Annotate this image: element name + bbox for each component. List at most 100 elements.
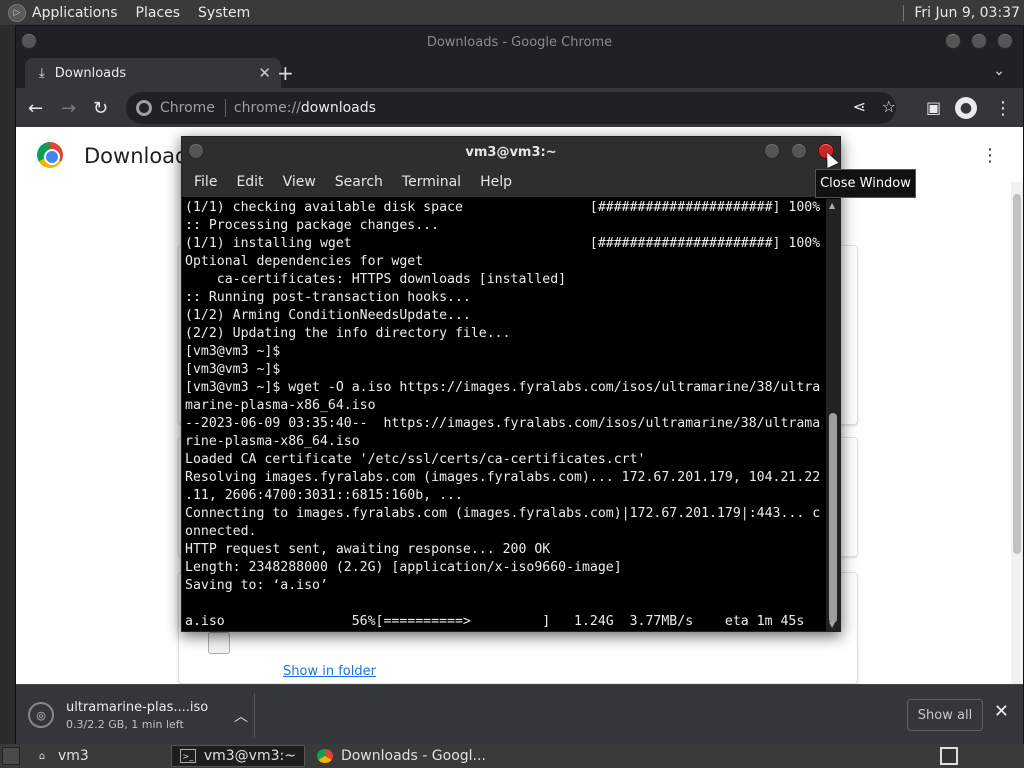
download-shelf: ◎ ultramarine-plas....iso 0.3/2.2 GB, 1 … — [16, 684, 1023, 744]
terminal-scrollbar-thumb[interactable] — [829, 413, 837, 623]
terminal-menu-terminal[interactable]: Terminal — [402, 174, 461, 190]
show-all-button[interactable]: Show all — [907, 699, 983, 731]
side-panel-icon[interactable]: ▣ — [926, 98, 941, 117]
clock[interactable]: Fri Jun 9, 03:37 — [914, 5, 1020, 21]
terminal-menu-file[interactable]: File — [194, 174, 217, 190]
file-icon — [208, 632, 230, 654]
terminal-line: rine-plasma-x86_64.iso — [185, 434, 360, 449]
terminal-line: Length: 2348288000 (2.2G) [application/x… — [185, 560, 622, 575]
browser-toolbar: ← → ↻ Chrome chrome:// downloads ⋖ ☆ ▣ ●… — [16, 88, 1023, 128]
terminal-line: Optional dependencies for wget — [185, 254, 424, 269]
terminal-line: --2023-06-09 03:35:40-- https://images.f… — [185, 416, 821, 431]
terminal-window-menu-button[interactable] — [188, 143, 204, 159]
taskbar-item-vm3[interactable]: ⌂ vm3 — [26, 745, 97, 767]
star-icon[interactable]: ☆ — [882, 97, 896, 116]
taskbar-label: Downloads - Googl... — [340, 748, 486, 764]
forward-arrow-icon[interactable]: → — [61, 98, 76, 119]
disc-file-icon: ◎ — [28, 702, 54, 728]
shelf-file-name: ultramarine-plas....iso — [66, 699, 209, 715]
terminal-line: HTTP request sent, awaiting response... … — [185, 542, 551, 557]
scroll-up-arrow-icon[interactable]: ▲ — [829, 201, 835, 210]
terminal-line: (1/1) installing wget [#################… — [185, 236, 821, 251]
top-panel: ▷ Applications Places System Fri Jun 9, … — [0, 0, 1024, 25]
terminal-line: .11, 2606:4700:3031::6815:160b, ... — [185, 488, 463, 503]
reload-icon[interactable]: ↻ — [93, 98, 108, 119]
chrome-logo-icon — [37, 142, 63, 168]
terminal-line: Saving to: ‘a.iso’ — [185, 578, 328, 593]
terminal-line: Connecting to images.fyralabs.com (image… — [185, 506, 821, 521]
tab-downloads[interactable]: ⤓ Downloads ✕ — [25, 58, 281, 88]
terminal-line: onnected. — [185, 524, 257, 539]
chevron-up-icon[interactable]: ︿ — [234, 706, 248, 726]
terminal-line: Loaded CA certificate '/etc/ssl/certs/ca… — [185, 452, 646, 467]
terminal-line: [vm3@vm3 ~]$ wget -O a.iso https://image… — [185, 380, 821, 395]
chrome-titlebar[interactable]: Downloads - Google Chrome — [16, 26, 1023, 58]
new-tab-button[interactable]: + — [277, 61, 294, 85]
page-scrollbar[interactable] — [1011, 182, 1023, 684]
url-host: downloads — [300, 100, 376, 116]
close-button[interactable] — [997, 33, 1013, 49]
terminal-line: (2/2) Updating the info directory file..… — [185, 326, 511, 341]
workspace-switcher[interactable] — [940, 747, 958, 765]
terminal-line: [vm3@vm3 ~]$ — [185, 344, 281, 359]
terminal-menu-edit[interactable]: Edit — [236, 174, 263, 190]
more-vert-icon[interactable]: ⋮ — [994, 98, 1012, 119]
terminal-titlebar[interactable]: vm3@vm3:~ — [182, 137, 840, 167]
terminal-line: ca-certificates: HTTPS downloads [instal… — [185, 272, 567, 287]
terminal-menu-help[interactable]: Help — [480, 174, 512, 190]
terminal-line: :: Processing package changes... — [185, 218, 440, 233]
page-scrollbar-thumb[interactable] — [1013, 194, 1021, 554]
chrome-chip-icon — [136, 100, 152, 116]
terminal-line: a.iso 56%[==========> ] 1.24G 3.77MB/s e… — [185, 614, 805, 629]
close-window-tooltip: Close Window — [815, 169, 916, 198]
home-folder-icon: ⌂ — [38, 750, 46, 762]
terminal-menu-view[interactable]: View — [283, 174, 316, 190]
taskbar-label: vm3 — [58, 748, 89, 764]
terminal-line: marine-plasma-x86_64.iso — [185, 398, 376, 413]
distro-logo-icon[interactable]: ▷ — [8, 3, 26, 22]
show-in-folder-link[interactable]: Show in folder — [283, 664, 376, 679]
omnibox-chip-label: Chrome — [160, 100, 215, 116]
terminal-icon: >_ — [179, 749, 196, 763]
download-icon: ⤓ — [39, 65, 45, 81]
window-menu-button[interactable] — [21, 33, 37, 49]
show-desktop-button[interactable] — [2, 747, 20, 765]
taskbar-item-terminal[interactable]: >_ vm3@vm3:~ — [170, 745, 305, 767]
taskbar: ⌂ vm3 >_ vm3@vm3:~ Downloads - Googl... — [0, 744, 1024, 768]
terminal-menu-search[interactable]: Search — [335, 174, 383, 190]
menu-places[interactable]: Places — [136, 5, 181, 21]
close-icon[interactable]: ✕ — [994, 701, 1009, 722]
taskbar-item-chrome[interactable]: Downloads - Googl... — [309, 745, 494, 767]
shelf-file-status: 0.3/2.2 GB, 1 min left — [66, 717, 184, 731]
tab-close-icon[interactable]: ✕ — [258, 64, 271, 82]
terminal-line: (1/1) checking available disk space [###… — [185, 200, 821, 215]
terminal-menubar: File Edit View Search Terminal Help — [182, 167, 840, 197]
minimize-button[interactable] — [945, 33, 961, 49]
terminal-maximize-button[interactable] — [791, 143, 807, 159]
shelf-download-item[interactable]: ◎ ultramarine-plas....iso 0.3/2.2 GB, 1 … — [28, 693, 256, 737]
terminal-output[interactable]: (1/1) checking available disk space [###… — [182, 199, 828, 631]
menu-system[interactable]: System — [198, 5, 250, 21]
clock-area: Fri Jun 9, 03:37 — [903, 0, 1024, 25]
tab-search-chevron-icon[interactable]: ⌄ — [993, 63, 1005, 79]
terminal-line: :: Running post-transaction hooks... — [185, 290, 471, 305]
terminal-scrollbar[interactable]: ▲ ▼ — [826, 199, 840, 631]
tab-strip: ⤓ Downloads ✕ + ⌄ — [16, 58, 1023, 88]
scroll-down-arrow-icon[interactable]: ▼ — [829, 620, 835, 629]
maximize-button[interactable] — [971, 33, 987, 49]
taskbar-label: vm3@vm3:~ — [203, 748, 296, 764]
share-icon[interactable]: ⋖ — [853, 97, 866, 116]
omnibox[interactable]: Chrome chrome:// downloads ⋖ ☆ — [126, 92, 896, 124]
back-arrow-icon[interactable]: ← — [28, 98, 43, 119]
menu-applications[interactable]: Applications — [32, 5, 118, 21]
shelf-divider — [254, 693, 255, 737]
terminal-title: vm3@vm3:~ — [465, 144, 557, 160]
terminal-line: Resolving images.fyralabs.com (images.fy… — [185, 470, 821, 485]
page-more-vert-icon[interactable]: ⋮ — [981, 145, 999, 166]
chrome-window-title: Downloads - Google Chrome — [426, 34, 613, 50]
profile-icon[interactable]: ● — [955, 97, 977, 119]
omnibox-divider — [224, 99, 226, 117]
panel-separator — [903, 4, 905, 21]
terminal-minimize-button[interactable] — [764, 143, 780, 159]
